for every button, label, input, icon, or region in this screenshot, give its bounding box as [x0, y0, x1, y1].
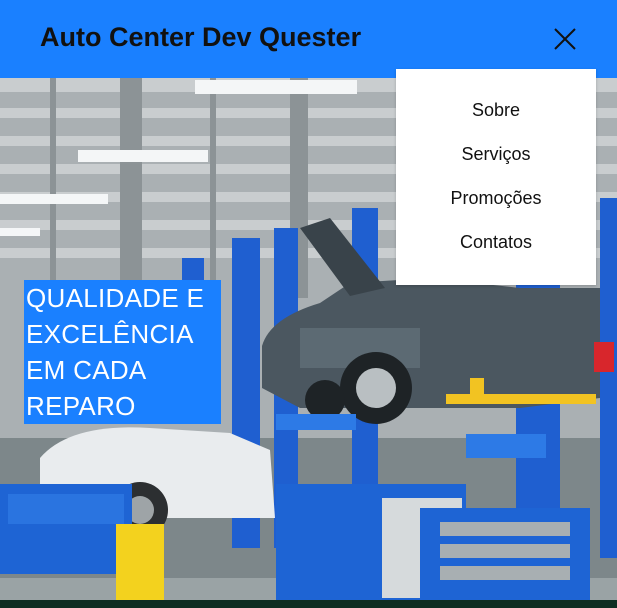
dropdown-menu: Sobre Serviços Promoções Contatos: [396, 69, 596, 285]
top-header: Auto Center Dev Quester: [0, 0, 617, 78]
close-icon[interactable]: [550, 24, 580, 54]
menu-item-servicos[interactable]: Serviços: [396, 144, 596, 165]
headline-line: REPARO: [26, 391, 136, 421]
menu-item-promocoes[interactable]: Promoções: [396, 188, 596, 209]
menu-item-sobre[interactable]: Sobre: [396, 100, 596, 121]
menu-item-contatos[interactable]: Contatos: [396, 232, 596, 253]
headline-line: EM CADA: [26, 355, 147, 385]
site-title[interactable]: Auto Center Dev Quester: [40, 22, 361, 53]
headline-line: QUALIDADE E: [26, 283, 205, 313]
headline-line: EXCELÊNCIA: [26, 319, 194, 349]
hero-headline: QUALIDADE E EXCELÊNCIA EM CADA REPARO: [24, 280, 221, 424]
page-bottom-strip: [0, 600, 617, 608]
